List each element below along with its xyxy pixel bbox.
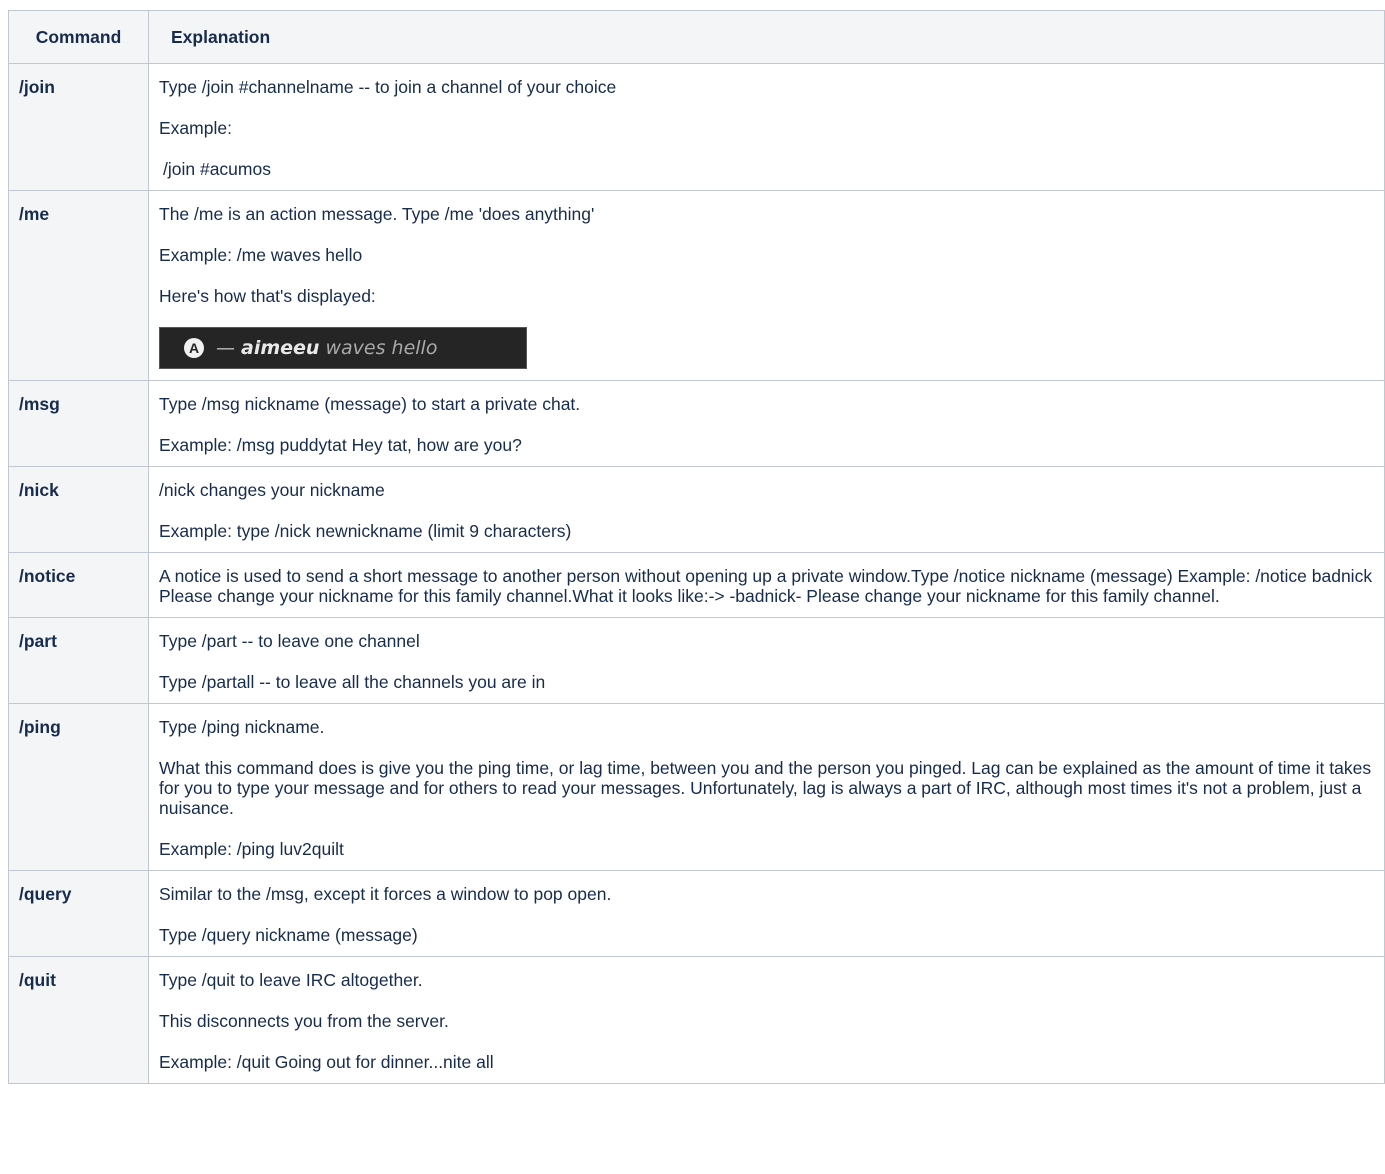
paragraph: Example: /ping luv2quilt [159, 839, 344, 859]
paragraph: Example: /me waves hello [159, 245, 363, 265]
header-row: Command Explanation [8, 10, 1385, 64]
paragraph: What this command does is give you the p… [159, 758, 1372, 818]
explanation-cell: The /me is an action message. Type /me '… [148, 190, 1385, 381]
command-cell: /ping [8, 703, 149, 871]
paragraph: Type /query nickname (message) [159, 925, 418, 945]
paragraph: A notice is used to send a short message… [159, 566, 1373, 606]
paragraph: Type /ping nickname. [159, 717, 325, 737]
command-cell: /join [8, 63, 149, 191]
commands-table: Command Explanation /join Type /join #ch… [8, 10, 1385, 1084]
paragraph: Example: type /nick newnickname (limit 9… [159, 521, 572, 541]
command-cell: /quit [8, 956, 149, 1084]
paragraph: Type /join #channelname -- to join a cha… [159, 77, 617, 97]
command-cell: /part [8, 617, 149, 704]
paragraph: Type /msg nickname (message) to start a … [159, 394, 581, 414]
table-row: /nick /nick changes your nickname Exampl… [8, 466, 1385, 553]
dash-glyph: — [216, 337, 235, 359]
explanation-cell: Type /part -- to leave one channel Type … [148, 617, 1385, 704]
paragraph: This disconnects you from the server. [159, 1011, 449, 1031]
action-text: waves hello [325, 337, 438, 359]
table-row: /query Similar to the /msg, except it fo… [8, 870, 1385, 957]
command-cell: /notice [8, 552, 149, 618]
me-example-image: A — aimeeu waves hello [159, 327, 527, 369]
table-row: /notice A notice is used to send a short… [8, 552, 1385, 618]
table-row: /part Type /part -- to leave one channel… [8, 617, 1385, 704]
paragraph: Similar to the /msg, except it forces a … [159, 884, 612, 904]
paragraph: The /me is an action message. Type /me '… [159, 204, 595, 224]
command-cell: /me [8, 190, 149, 381]
action-line: — aimeeu waves hello [216, 336, 437, 360]
explanation-cell: Similar to the /msg, except it forces a … [148, 870, 1385, 957]
paragraph: Type /part -- to leave one channel [159, 631, 420, 651]
paragraph: Here's how that's displayed: [159, 286, 376, 306]
explanation-cell: Type /ping nickname. What this command d… [148, 703, 1385, 871]
header-explanation: Explanation [148, 10, 1385, 64]
table-row: /quit Type /quit to leave IRC altogether… [8, 956, 1385, 1084]
explanation-cell: Type /quit to leave IRC altogether. This… [148, 956, 1385, 1084]
table-row: /me The /me is an action message. Type /… [8, 190, 1385, 381]
table-row: /ping Type /ping nickname. What this com… [8, 703, 1385, 871]
command-cell: /nick [8, 466, 149, 553]
explanation-cell: Type /msg nickname (message) to start a … [148, 380, 1385, 467]
command-cell: /msg [8, 380, 149, 467]
paragraph: Example: /quit Going out for dinner...ni… [159, 1052, 494, 1072]
paragraph: Example: [159, 118, 232, 138]
command-cell: /query [8, 870, 149, 957]
avatar-icon: A [184, 338, 204, 358]
explanation-cell: /nick changes your nickname Example: typ… [148, 466, 1385, 553]
explanation-cell: Type /join #channelname -- to join a cha… [148, 63, 1385, 191]
paragraph: /join #acumos [163, 159, 271, 179]
paragraph: Type /partall -- to leave all the channe… [159, 672, 546, 692]
header-command: Command [8, 10, 149, 64]
table-row: /msg Type /msg nickname (message) to sta… [8, 380, 1385, 467]
table-row: /join Type /join #channelname -- to join… [8, 63, 1385, 191]
nickname: aimeeu [241, 337, 320, 359]
paragraph: /nick changes your nickname [159, 480, 385, 500]
paragraph: Type /quit to leave IRC altogether. [159, 970, 423, 990]
paragraph: Example: /msg puddytat Hey tat, how are … [159, 435, 522, 455]
explanation-cell: A notice is used to send a short message… [148, 552, 1385, 618]
